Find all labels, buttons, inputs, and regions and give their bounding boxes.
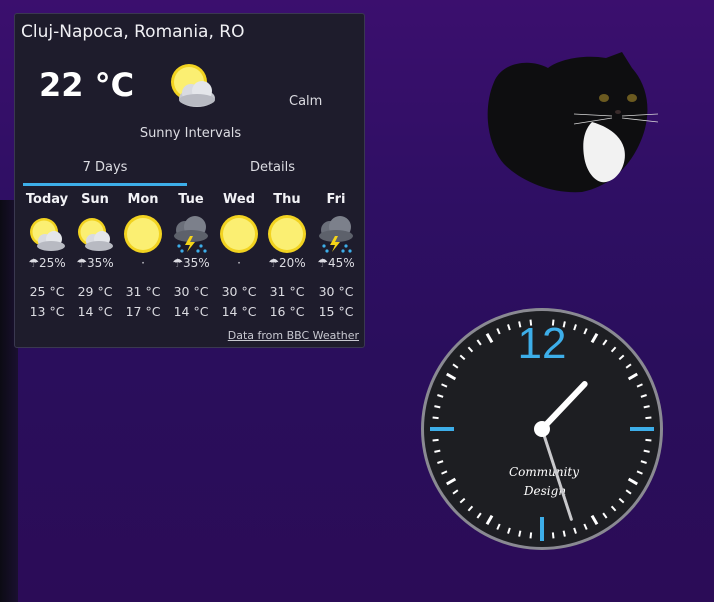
clock-center <box>534 421 550 437</box>
bbc-weather-link[interactable]: Data from BBC Weather <box>228 329 359 342</box>
clock-tick <box>643 449 650 453</box>
clock-tick <box>434 449 441 453</box>
forecast-day: Wed · 30 °C 14 °C <box>215 192 263 322</box>
high-temp: 31 °C <box>269 284 305 299</box>
low-temp: 14 °C <box>77 304 113 319</box>
rain-chance: · <box>141 256 145 270</box>
clock-tick <box>432 438 439 442</box>
day-name: Mon <box>127 192 159 207</box>
high-temp: 29 °C <box>77 284 113 299</box>
weather-widget[interactable]: Cluj-Napoca, Romania, RO 22 °C Calm Sunn… <box>14 13 365 348</box>
forecast-tabs: 7 Days Details <box>23 158 358 186</box>
clock-tick <box>645 438 652 442</box>
analog-clock[interactable]: 12 Community Design <box>419 306 665 556</box>
tab-details[interactable]: Details <box>187 158 358 186</box>
forecast-day: Thu ☂20% 31 °C 16 °C <box>263 192 311 322</box>
low-temp: 17 °C <box>125 304 161 319</box>
sun-cloud-icon <box>23 212 71 256</box>
clock-tick <box>434 405 441 409</box>
rain-chance: ☂20% <box>268 256 306 270</box>
clock-tick <box>645 416 652 420</box>
sun-icon <box>263 212 311 256</box>
low-temp: 14 °C <box>173 304 209 319</box>
thunderstorm-icon <box>312 212 360 256</box>
high-temp: 31 °C <box>125 284 161 299</box>
low-temp: 13 °C <box>29 304 65 319</box>
day-name: Sun <box>81 192 109 207</box>
day-name: Wed <box>223 192 255 207</box>
clock-tick <box>643 405 650 409</box>
forecast-day: Mon · 31 °C 17 °C <box>119 192 167 322</box>
low-temp: 15 °C <box>318 304 354 319</box>
sun-cloud-icon <box>71 212 119 256</box>
high-temp: 30 °C <box>318 284 354 299</box>
low-temp: 14 °C <box>221 304 257 319</box>
clock-tick <box>529 532 533 539</box>
forecast-day: Tue ☂35% 30 °C 14 °C <box>167 192 215 322</box>
clock-tick <box>551 532 555 539</box>
day-name: Thu <box>273 192 301 207</box>
clock-tick <box>562 530 566 537</box>
sunny-intervals-icon <box>167 62 219 114</box>
rain-chance: ☂35% <box>76 256 114 270</box>
clock-tick <box>518 530 522 537</box>
rain-chance: ☂35% <box>172 256 210 270</box>
day-name: Today <box>25 192 69 207</box>
day-name: Fri <box>326 192 346 207</box>
location-label: Cluj-Napoca, Romania, RO <box>21 22 245 42</box>
tab-7-days[interactable]: 7 Days <box>23 158 187 186</box>
current-temperature: 22 °C <box>39 66 135 104</box>
wind-label: Calm <box>289 94 323 109</box>
rain-chance: ☂25% <box>28 256 66 270</box>
clock-tick <box>432 416 439 420</box>
rain-chance: ☂45% <box>317 256 355 270</box>
sun-icon <box>215 212 263 256</box>
clock-brand-line1: Community <box>509 465 579 479</box>
clock-twelve-label: 12 <box>518 319 567 368</box>
low-temp: 16 °C <box>269 304 305 319</box>
condition-label: Sunny Intervals <box>139 126 242 141</box>
day-name: Tue <box>178 192 204 207</box>
high-temp: 30 °C <box>173 284 209 299</box>
forecast-day: Today ☂25% 25 °C 13 °C <box>23 192 71 322</box>
high-temp: 25 °C <box>29 284 65 299</box>
rain-chance: · <box>237 256 241 270</box>
sun-icon <box>119 212 167 256</box>
high-temp: 30 °C <box>221 284 257 299</box>
forecast-day: Fri ☂45% 30 °C 15 °C <box>312 192 360 322</box>
cat-image <box>482 52 660 198</box>
thunderstorm-icon <box>167 212 215 256</box>
forecast-day: Sun ☂35% 29 °C 14 °C <box>71 192 119 322</box>
